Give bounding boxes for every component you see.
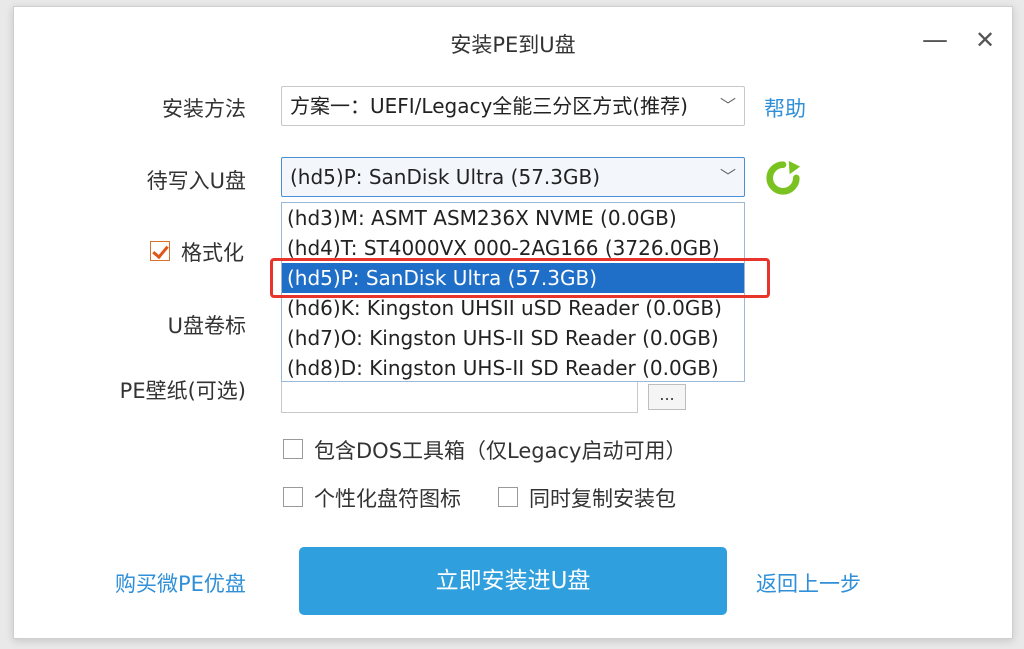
dropdown-option-hd8[interactable]: (hd8)D: Kingston UHS-II SD Reader (0.0GB…: [282, 353, 744, 383]
dos-tools-label: 包含DOS工具箱（仅Legacy启动可用）: [314, 439, 687, 463]
dropdown-option-hd5[interactable]: (hd5)P: SanDisk Ultra (57.3GB): [282, 263, 744, 293]
copy-package-checkbox[interactable]: [498, 487, 518, 507]
custom-icon-label: 个性化盘符图标: [314, 487, 461, 511]
volume-label-label: U盘卷标: [167, 314, 246, 338]
target-disk-label: 待写入U盘: [146, 169, 246, 193]
target-disk-dropdown-list: (hd3)M: ASMT ASM236X NVME (0.0GB) (hd4)T…: [281, 202, 745, 382]
dos-tools-checkbox[interactable]: [283, 439, 303, 459]
dropdown-option-hd4[interactable]: (hd4)T: ST4000VX 000-2AG166 (3726.0GB): [282, 233, 744, 263]
back-link[interactable]: 返回上一步: [756, 568, 861, 598]
target-disk-select[interactable]: (hd5)P: SanDisk Ultra (57.3GB) ﹀: [281, 157, 745, 197]
window-title: 安装PE到U盘: [450, 33, 576, 57]
install-method-select[interactable]: 方案一：UEFI/Legacy全能三分区方式(推荐) ﹀: [281, 86, 745, 126]
dropdown-option-hd6[interactable]: (hd6)K: Kingston UHSII uSD Reader (0.0GB…: [282, 293, 744, 323]
install-method-label: 安装方法: [162, 97, 246, 121]
custom-icon-checkbox[interactable]: [283, 487, 303, 507]
help-link[interactable]: 帮助: [764, 93, 806, 123]
refresh-icon[interactable]: [764, 159, 802, 197]
install-method-value: 方案一：UEFI/Legacy全能三分区方式(推荐): [290, 94, 688, 118]
wallpaper-label: PE壁纸(可选): [119, 379, 246, 403]
install-to-usb-button[interactable]: 立即安装进U盘: [299, 547, 727, 615]
target-disk-value: (hd5)P: SanDisk Ultra (57.3GB): [290, 165, 601, 189]
install-pe-dialog: 安装PE到U盘 — ✕ 安装方法 方案一：UEFI/Legacy全能三分区方式(…: [13, 6, 1013, 639]
browse-wallpaper-button[interactable]: ...: [648, 384, 686, 410]
chevron-down-icon: ﹀: [719, 167, 736, 186]
title-bar: 安装PE到U盘 — ✕: [14, 7, 1012, 73]
buy-usb-link[interactable]: 购买微PE优盘: [115, 568, 246, 598]
format-checkbox[interactable]: [150, 241, 170, 261]
dropdown-option-hd3[interactable]: (hd3)M: ASMT ASM236X NVME (0.0GB): [282, 203, 744, 233]
close-button[interactable]: ✕: [970, 25, 1000, 55]
minimize-button[interactable]: —: [920, 25, 950, 55]
chevron-down-icon: ﹀: [719, 96, 736, 115]
format-label: 格式化: [181, 241, 244, 265]
copy-package-label: 同时复制安装包: [529, 487, 676, 511]
dropdown-option-hd7[interactable]: (hd7)O: Kingston UHS-II SD Reader (0.0GB…: [282, 323, 744, 353]
